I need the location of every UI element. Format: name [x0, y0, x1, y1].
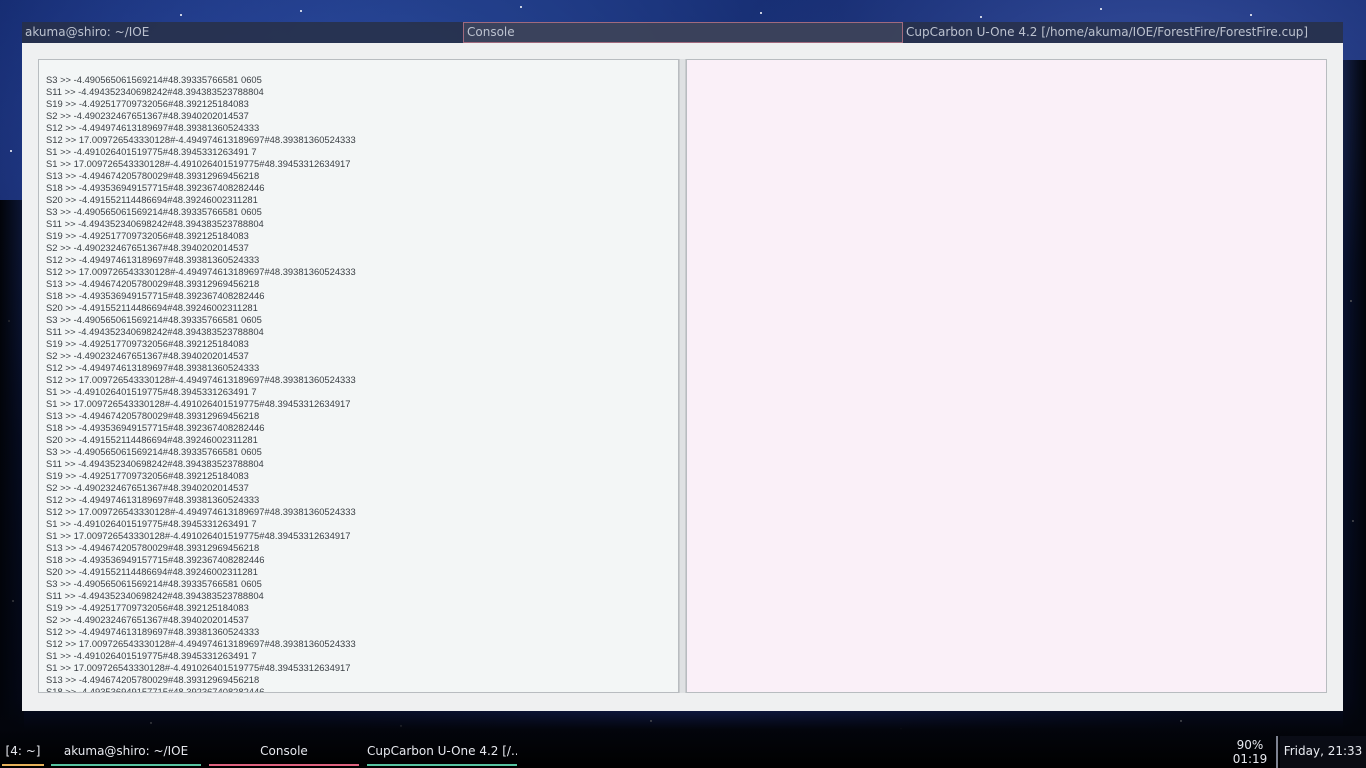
- console-line: S3 >> -4.490565061569214#48.39335766581 …: [46, 314, 262, 325]
- taskbar-item-label: CupCarbon U-One 4.2 [/..: [367, 744, 517, 758]
- tab-console[interactable]: Console: [463, 22, 903, 43]
- taskbar-item-cupcarbon[interactable]: CupCarbon U-One 4.2 [/..: [367, 736, 517, 768]
- tab-console-label: Console: [467, 25, 515, 39]
- taskbar-item-console[interactable]: Console: [209, 736, 359, 768]
- console-line: S12 >> -4.494974613189697#48.39381360524…: [46, 254, 260, 265]
- console-line: S1 >> -4.491026401519775#48.394533126349…: [46, 650, 257, 661]
- console-line: S2 >> -4.490232467651367#48.394020201453…: [46, 242, 249, 253]
- console-line: S20 >> -4.491552114486694#48.39246002311…: [46, 566, 258, 577]
- console-line: S12 >> 17.009726543330128#-4.49497461318…: [46, 134, 356, 145]
- star: [760, 12, 762, 14]
- tab-cupcarbon[interactable]: CupCarbon U-One 4.2 [/home/akuma/IOE/For…: [903, 22, 1343, 43]
- workspace-label: [4: ~]: [5, 744, 41, 758]
- console-line: S19 >> -4.492517709732056#48.39212518408…: [46, 98, 249, 109]
- console-line: S20 >> -4.491552114486694#48.39246002311…: [46, 194, 258, 205]
- console-line: S12 >> -4.494974613189697#48.39381360524…: [46, 362, 260, 373]
- workspace-underline: [2, 764, 44, 766]
- taskbar-item-underline: [209, 764, 359, 766]
- console-window: S3 >> -4.490565061569214#48.39335766581 …: [22, 43, 1343, 711]
- console-line: S18 >> -4.493536949157715#48.39236740828…: [46, 686, 265, 693]
- battery-indicator[interactable]: 90% 01:19: [1228, 736, 1272, 768]
- star: [980, 16, 982, 18]
- console-line: S19 >> -4.492517709732056#48.39212518408…: [46, 602, 249, 613]
- battery-time: 01:19: [1232, 752, 1268, 766]
- console-line: S18 >> -4.493536949157715#48.39236740828…: [46, 554, 265, 565]
- console-line: S11 >> -4.494352340698242#48.39438352378…: [46, 458, 264, 469]
- console-line: S1 >> -4.491026401519775#48.394533126349…: [46, 386, 257, 397]
- console-line: S2 >> -4.490232467651367#48.394020201453…: [46, 482, 249, 493]
- console-line: S13 >> -4.494674205780029#48.39312969456…: [46, 170, 260, 181]
- console-line: S2 >> -4.490232467651367#48.394020201453…: [46, 350, 249, 361]
- taskbar: [4: ~] akuma@shiro: ~/IOE Console CupCar…: [0, 736, 1366, 768]
- console-line: S12 >> 17.009726543330128#-4.49497461318…: [46, 266, 356, 277]
- console-line: S18 >> -4.493536949157715#48.39236740828…: [46, 182, 265, 193]
- tab-cupcarbon-label: CupCarbon U-One 4.2 [/home/akuma/IOE/For…: [906, 25, 1309, 39]
- console-line: S1 >> 17.009726543330128#-4.491026401519…: [46, 530, 351, 541]
- console-line: S2 >> -4.490232467651367#48.394020201453…: [46, 110, 249, 121]
- taskbar-item-underline: [51, 764, 201, 766]
- console-line: S13 >> -4.494674205780029#48.39312969456…: [46, 278, 260, 289]
- taskbar-item-label: akuma@shiro: ~/IOE: [63, 744, 189, 758]
- console-secondary-pane[interactable]: [686, 59, 1327, 693]
- console-line: S11 >> -4.494352340698242#48.39438352378…: [46, 326, 264, 337]
- console-line: S20 >> -4.491552114486694#48.39246002311…: [46, 302, 258, 313]
- console-line: S3 >> -4.490565061569214#48.39335766581 …: [46, 206, 262, 217]
- console-line: S11 >> -4.494352340698242#48.39438352378…: [46, 218, 264, 229]
- console-line: S3 >> -4.490565061569214#48.39335766581 …: [46, 578, 262, 589]
- tab-terminal-label: akuma@shiro: ~/IOE: [25, 25, 150, 39]
- console-line: S1 >> -4.491026401519775#48.394533126349…: [46, 146, 257, 157]
- clock-divider: [1276, 736, 1278, 768]
- console-line: S18 >> -4.493536949157715#48.39236740828…: [46, 422, 265, 433]
- tab-terminal[interactable]: akuma@shiro: ~/IOE: [22, 22, 463, 43]
- window-titlebar: akuma@shiro: ~/IOE Console CupCarbon U-O…: [22, 22, 1343, 43]
- console-line: S12 >> -4.494974613189697#48.39381360524…: [46, 494, 260, 505]
- star: [520, 6, 522, 8]
- console-line: S19 >> -4.492517709732056#48.39212518408…: [46, 230, 249, 241]
- taskbar-item-label: Console: [260, 744, 308, 758]
- console-line: S13 >> -4.494674205780029#48.39312969456…: [46, 542, 260, 553]
- pane-splitter[interactable]: [679, 59, 686, 693]
- console-line: S11 >> -4.494352340698242#48.39438352378…: [46, 590, 264, 601]
- star: [300, 10, 302, 12]
- taskbar-item-underline: [367, 764, 517, 766]
- console-line: S12 >> 17.009726543330128#-4.49497461318…: [46, 374, 356, 385]
- star: [10, 150, 12, 152]
- console-output-text: S3 >> -4.490565061569214#48.39335766581 …: [46, 74, 356, 693]
- clock[interactable]: Friday, 21:33: [1280, 736, 1366, 768]
- console-line: S1 >> 17.009726543330128#-4.491026401519…: [46, 158, 351, 169]
- console-output-pane[interactable]: S3 >> -4.490565061569214#48.39335766581 …: [38, 59, 679, 693]
- taskbar-item-terminal[interactable]: akuma@shiro: ~/IOE: [51, 736, 201, 768]
- console-line: S1 >> 17.009726543330128#-4.491026401519…: [46, 398, 351, 409]
- wallpaper-tree-left: [0, 200, 24, 760]
- console-line: S1 >> -4.491026401519775#48.394533126349…: [46, 518, 257, 529]
- console-line: S18 >> -4.493536949157715#48.39236740828…: [46, 290, 265, 301]
- workspace-indicator[interactable]: [4: ~]: [2, 736, 44, 768]
- console-line: S1 >> 17.009726543330128#-4.491026401519…: [46, 662, 351, 673]
- battery-percent: 90%: [1236, 738, 1264, 752]
- console-line: S13 >> -4.494674205780029#48.39312969456…: [46, 410, 260, 421]
- console-line: S3 >> -4.490565061569214#48.39335766581 …: [46, 446, 262, 457]
- star: [180, 14, 182, 16]
- console-line: S20 >> -4.491552114486694#48.39246002311…: [46, 434, 258, 445]
- console-line: S12 >> -4.494974613189697#48.39381360524…: [46, 626, 260, 637]
- star: [1100, 8, 1102, 10]
- console-line: S11 >> -4.494352340698242#48.39438352378…: [46, 86, 264, 97]
- wallpaper-tree-right: [1343, 60, 1366, 760]
- console-line: S19 >> -4.492517709732056#48.39212518408…: [46, 338, 249, 349]
- console-line: S12 >> 17.009726543330128#-4.49497461318…: [46, 638, 356, 649]
- console-line: S13 >> -4.494674205780029#48.39312969456…: [46, 674, 260, 685]
- console-line: S12 >> 17.009726543330128#-4.49497461318…: [46, 506, 356, 517]
- star: [1250, 14, 1252, 16]
- console-line: S2 >> -4.490232467651367#48.394020201453…: [46, 614, 249, 625]
- console-line: S3 >> -4.490565061569214#48.39335766581 …: [46, 74, 262, 85]
- console-line: S19 >> -4.492517709732056#48.39212518408…: [46, 470, 249, 481]
- console-line: S12 >> -4.494974613189697#48.39381360524…: [46, 122, 260, 133]
